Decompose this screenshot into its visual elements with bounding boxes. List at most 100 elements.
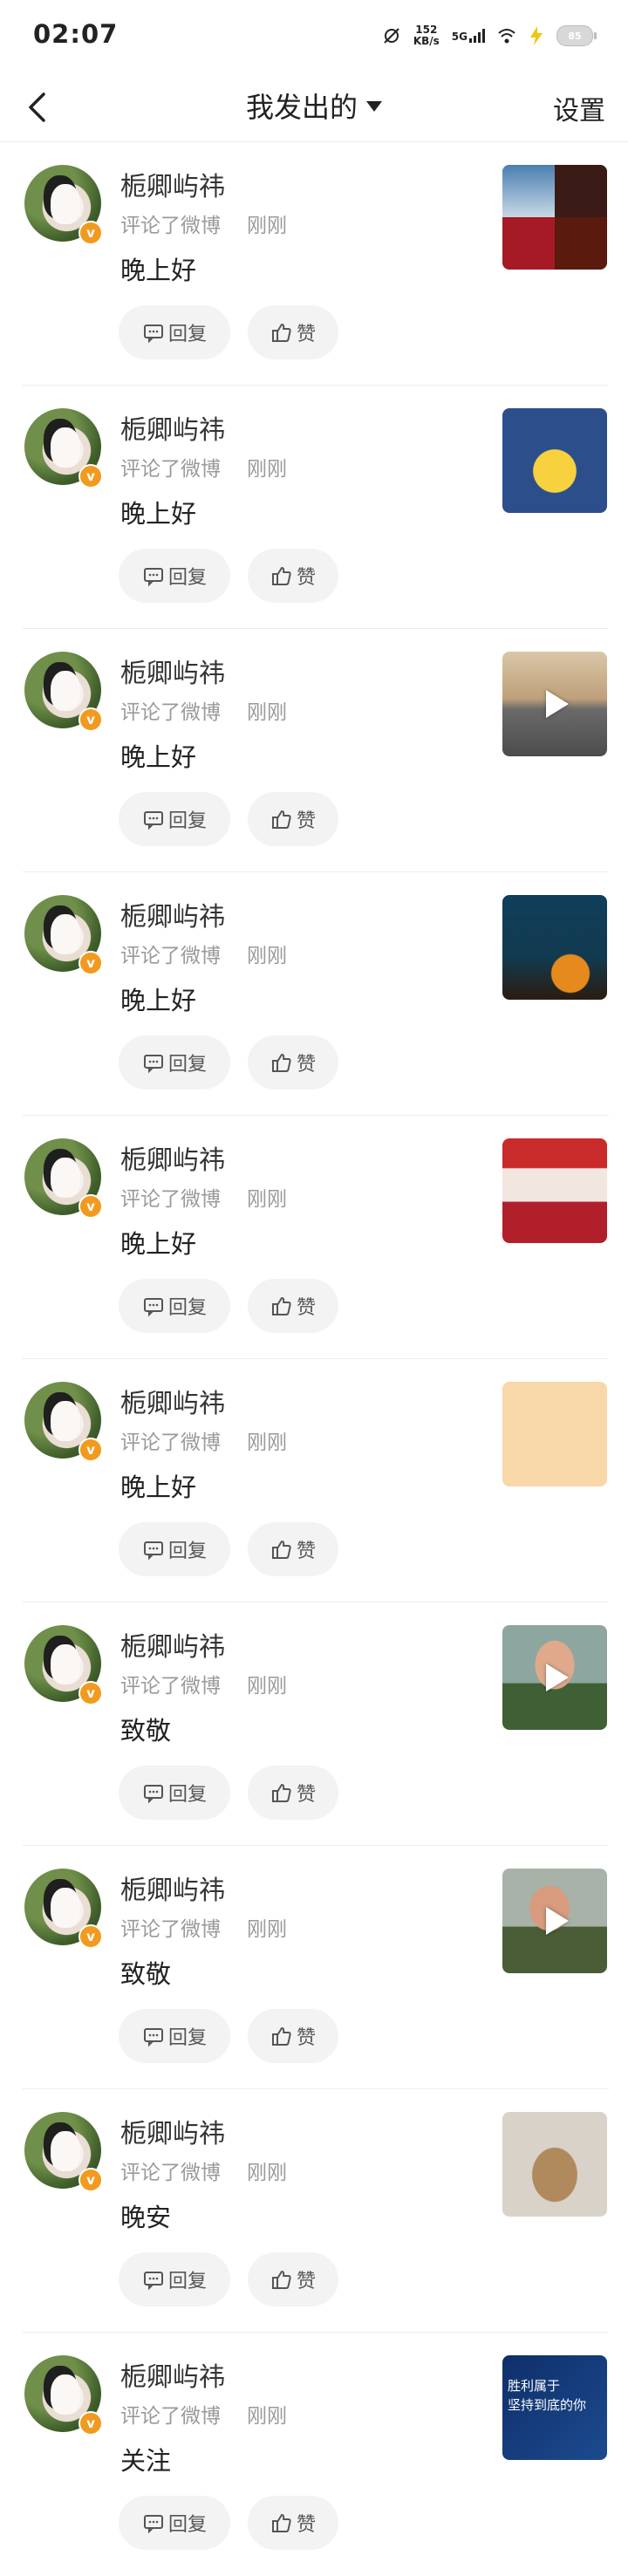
like-button[interactable]: 赞 xyxy=(248,1766,338,1820)
comment-item[interactable]: v 栀卿屿祎 评论了微博 刚刚 致敬 回复 赞 xyxy=(23,1846,609,2089)
username[interactable]: 栀卿屿祎 xyxy=(120,165,225,203)
comment-meta: 评论了微博 刚刚 xyxy=(120,939,287,968)
verified-badge-icon: v xyxy=(78,2411,103,2436)
verified-badge-icon: v xyxy=(78,221,103,245)
username[interactable]: 栀卿屿祎 xyxy=(120,1382,225,1420)
verified-badge-icon: v xyxy=(78,464,103,489)
like-button[interactable]: 赞 xyxy=(248,2496,338,2550)
dnd-icon xyxy=(384,28,399,44)
post-thumbnail[interactable] xyxy=(502,2112,607,2217)
verified-badge-icon: v xyxy=(78,1194,103,1219)
action-text: 评论了微博 xyxy=(120,458,221,481)
reply-button[interactable]: 回复 xyxy=(119,792,230,846)
like-button[interactable]: 赞 xyxy=(248,792,338,846)
comment-meta: 评论了微博 刚刚 xyxy=(120,2156,287,2185)
comment-icon xyxy=(143,2028,163,2047)
username[interactable]: 栀卿屿祎 xyxy=(120,2112,225,2150)
action-text: 评论了微博 xyxy=(120,1431,221,1454)
thumbs-up-icon xyxy=(271,1054,291,1072)
post-thumbnail[interactable] xyxy=(502,165,607,270)
comment-text: 致敬 xyxy=(120,1716,172,1746)
username[interactable]: 栀卿屿祎 xyxy=(120,408,225,447)
verified-badge-icon: v xyxy=(78,1438,103,1462)
like-button[interactable]: 赞 xyxy=(248,1522,338,1576)
video-thumbnail[interactable] xyxy=(502,652,607,756)
username[interactable]: 栀卿屿祎 xyxy=(120,1869,225,1907)
play-icon xyxy=(546,690,569,718)
comment-item[interactable]: v 栀卿屿祎 评论了微博 刚刚 晚上好 回复 赞 xyxy=(23,1116,609,1359)
comment-actions: 回复 赞 xyxy=(119,2496,338,2550)
like-label: 赞 xyxy=(296,324,316,345)
comment-icon xyxy=(143,2272,163,2291)
page-title-dropdown[interactable]: 我发出的 xyxy=(0,85,628,126)
post-thumbnail[interactable] xyxy=(502,1138,607,1243)
action-text: 评论了微博 xyxy=(120,1918,221,1941)
like-button[interactable]: 赞 xyxy=(248,2009,338,2063)
like-button[interactable]: 赞 xyxy=(248,549,338,603)
post-thumbnail[interactable] xyxy=(502,895,607,1000)
reply-button[interactable]: 回复 xyxy=(119,1766,230,1820)
comment-text: 晚安 xyxy=(120,2203,172,2232)
like-label: 赞 xyxy=(296,2514,316,2536)
like-button[interactable]: 赞 xyxy=(248,2252,338,2306)
reply-button[interactable]: 回复 xyxy=(119,1035,230,1090)
comment-actions: 回复 赞 xyxy=(119,1522,338,1576)
comment-item[interactable]: v 栀卿屿祎 评论了微博 刚刚 晚安 回复 赞 xyxy=(23,2089,609,2333)
reply-button[interactable]: 回复 xyxy=(119,1522,230,1576)
reply-button[interactable]: 回复 xyxy=(119,1279,230,1333)
comment-item[interactable]: v 栀卿屿祎 评论了微博 刚刚 晚上好 回复 赞 xyxy=(23,872,609,1116)
reply-button[interactable]: 回复 xyxy=(119,549,230,603)
like-button[interactable]: 赞 xyxy=(248,1279,338,1333)
comment-item[interactable]: v 栀卿屿祎 评论了微博 刚刚 晚上好 回复 赞 xyxy=(23,386,609,629)
video-thumbnail[interactable] xyxy=(502,1869,607,1973)
verified-badge-icon: v xyxy=(78,1681,103,1705)
timestamp: 刚刚 xyxy=(247,1188,287,1211)
comment-icon xyxy=(143,568,163,587)
status-bar: 02:07 152 KB/s 5G 85 xyxy=(0,0,628,73)
wifi-icon xyxy=(498,29,515,44)
comment-icon xyxy=(143,1298,163,1317)
reply-button[interactable]: 回复 xyxy=(119,2252,230,2306)
timestamp: 刚刚 xyxy=(247,458,287,481)
username[interactable]: 栀卿屿祎 xyxy=(120,2355,225,2394)
reply-button[interactable]: 回复 xyxy=(119,2009,230,2063)
post-thumbnail[interactable] xyxy=(502,408,607,513)
battery-icon: 85 xyxy=(556,25,597,46)
reply-button[interactable]: 回复 xyxy=(119,2496,230,2550)
reply-button[interactable]: 回复 xyxy=(119,305,230,359)
like-label: 赞 xyxy=(296,1541,316,1562)
comment-text: 晚上好 xyxy=(120,742,197,772)
username[interactable]: 栀卿屿祎 xyxy=(120,652,225,690)
comment-item[interactable]: v 栀卿屿祎 评论了微博 刚刚 晚上好 回复 赞 xyxy=(23,1359,609,1602)
comment-meta: 评论了微博 刚刚 xyxy=(120,1182,287,1212)
comment-icon xyxy=(143,811,163,830)
username[interactable]: 栀卿屿祎 xyxy=(120,1138,225,1177)
action-text: 评论了微博 xyxy=(120,2162,221,2184)
comment-item[interactable]: v 栀卿屿祎 评论了微博 刚刚 晚上好 回复 赞 xyxy=(23,629,609,872)
comment-item[interactable]: v 栀卿屿祎 评论了微博 刚刚 晚上好 回复 赞 xyxy=(23,142,609,386)
timestamp: 刚刚 xyxy=(247,215,287,237)
reply-label: 回复 xyxy=(167,567,207,589)
comment-item[interactable]: v 栀卿屿祎 评论了微博 刚刚 致敬 回复 赞 xyxy=(23,1602,609,1846)
username[interactable]: 栀卿屿祎 xyxy=(120,1625,225,1664)
post-thumbnail[interactable]: 胜利属于 坚持到底的你 xyxy=(502,2355,607,2460)
post-thumbnail[interactable] xyxy=(502,1382,607,1486)
like-label: 赞 xyxy=(296,567,316,589)
comment-text: 关注 xyxy=(120,2446,172,2476)
network-speed: 152 KB/s xyxy=(413,24,440,47)
comment-actions: 回复 赞 xyxy=(119,2252,338,2306)
comment-meta: 评论了微博 刚刚 xyxy=(120,1425,287,1455)
comment-icon xyxy=(143,2515,163,2534)
comment-text: 晚上好 xyxy=(120,499,197,529)
comment-actions: 回复 赞 xyxy=(119,305,338,359)
like-button[interactable]: 赞 xyxy=(248,305,338,359)
settings-button[interactable]: 设置 xyxy=(553,89,605,127)
comment-item[interactable]: v 栀卿屿祎 评论了微博 刚刚 关注 回复 赞 胜利属于 坚持到底的你 xyxy=(23,2333,609,2576)
page-title: 我发出的 xyxy=(245,91,358,124)
comment-meta: 评论了微博 刚刚 xyxy=(120,1669,287,1698)
reply-label: 回复 xyxy=(167,1054,207,1076)
video-thumbnail[interactable] xyxy=(502,1625,607,1730)
username[interactable]: 栀卿屿祎 xyxy=(120,895,225,933)
like-button[interactable]: 赞 xyxy=(248,1035,338,1090)
comment-meta: 评论了微博 刚刚 xyxy=(120,452,287,482)
